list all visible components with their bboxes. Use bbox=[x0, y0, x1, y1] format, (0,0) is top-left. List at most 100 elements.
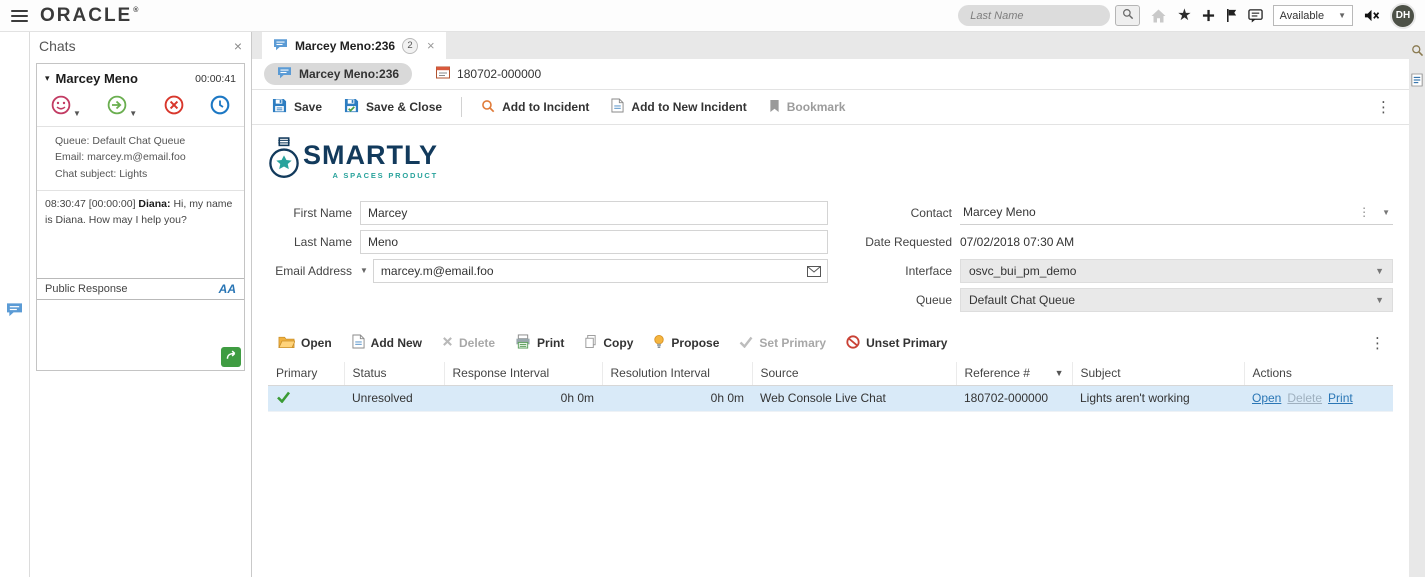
bookmark-button[interactable]: Bookmark bbox=[759, 95, 856, 120]
save-floppy-icon bbox=[272, 98, 287, 116]
tab-marcey-meno[interactable]: Marcey Meno:236 2 × bbox=[262, 32, 446, 59]
top-bar: ORACLE ® ★ Available ▼ DH bbox=[0, 0, 1425, 32]
ribbon-overflow-icon[interactable]: ⋮ bbox=[1368, 100, 1399, 115]
chevron-down-icon: ▼ bbox=[129, 109, 138, 118]
copy-pages-icon bbox=[584, 334, 597, 352]
chat-timer: 00:00:41 bbox=[195, 72, 236, 85]
transfer-chat-button[interactable]: ▼ bbox=[107, 95, 137, 118]
unset-primary-label: Unset Primary bbox=[866, 336, 948, 350]
propose-button[interactable]: Propose bbox=[643, 334, 729, 352]
primary-check-icon bbox=[276, 391, 291, 406]
subtab-incident-label: 180702-000000 bbox=[457, 67, 542, 81]
font-size-toggle[interactable]: AA bbox=[219, 282, 236, 296]
cancel-circle-icon bbox=[164, 95, 184, 118]
column-header-primary[interactable]: Primary bbox=[268, 362, 344, 386]
chat-contact-name: Marcey Meno bbox=[55, 71, 138, 86]
incidents-toolbar-overflow-icon[interactable]: ⋮ bbox=[1362, 336, 1393, 351]
envelope-icon[interactable] bbox=[807, 265, 821, 280]
add-to-incident-button[interactable]: Add to Incident bbox=[471, 95, 599, 120]
first-name-field[interactable] bbox=[360, 200, 828, 225]
contact-options-icon[interactable]: ⋮ bbox=[1358, 205, 1370, 219]
cell-response-interval: 0h 0m bbox=[444, 385, 602, 412]
quick-search-icon[interactable] bbox=[1411, 44, 1424, 57]
record-content: SMARTLY A SPACES PRODUCT First Name Last… bbox=[252, 125, 1409, 577]
avatar[interactable]: DH bbox=[1390, 2, 1416, 29]
row-open-link[interactable]: Open bbox=[1252, 391, 1281, 405]
column-header-subject[interactable]: Subject bbox=[1071, 362, 1244, 386]
wrap-up-button[interactable]: ▼ bbox=[51, 95, 81, 118]
save-button[interactable]: Save bbox=[262, 94, 332, 120]
response-compose-area bbox=[37, 300, 244, 370]
terminate-chat-button[interactable] bbox=[164, 95, 184, 118]
chats-rail-icon[interactable] bbox=[6, 42, 23, 577]
availability-value: Available bbox=[1279, 9, 1325, 22]
save-close-label: Save & Close bbox=[366, 100, 443, 114]
interface-select[interactable]: osvc_bui_pm_demo ▼ bbox=[960, 258, 1393, 283]
subtab-contact[interactable]: Marcey Meno:236 bbox=[264, 63, 413, 85]
email-type-chevron-icon[interactable]: ▼ bbox=[360, 266, 368, 275]
email-field[interactable] bbox=[372, 258, 828, 283]
print-button[interactable]: Print bbox=[505, 334, 574, 352]
unset-primary-button[interactable]: Unset Primary bbox=[836, 334, 957, 352]
search-input[interactable] bbox=[958, 5, 1111, 26]
chat-response-input[interactable] bbox=[37, 300, 244, 370]
send-message-button[interactable] bbox=[221, 347, 241, 367]
last-name-field[interactable] bbox=[360, 229, 828, 254]
printer-icon bbox=[515, 334, 531, 352]
chat-bubble-icon bbox=[273, 38, 288, 54]
close-chats-icon[interactable]: × bbox=[234, 38, 242, 54]
new-document-icon bbox=[352, 334, 365, 352]
reports-panel-icon[interactable] bbox=[1411, 73, 1423, 87]
chat-time-button[interactable] bbox=[210, 95, 230, 118]
collapse-chevron-icon[interactable]: ▾ bbox=[45, 73, 50, 84]
chevron-down-icon: ▼ bbox=[1375, 265, 1384, 276]
save-and-close-button[interactable]: Save & Close bbox=[334, 94, 452, 120]
home-icon[interactable] bbox=[1150, 8, 1167, 24]
incidents-toolbar: Open Add New Delete Print Copy Propose S… bbox=[268, 328, 1393, 358]
smartly-logo: SMARTLY A SPACES PRODUCT bbox=[268, 137, 1393, 184]
chat-session-info: Queue: Default Chat Queue Email: marcey.… bbox=[37, 127, 244, 191]
menu-icon[interactable] bbox=[11, 9, 28, 22]
mute-speaker-icon[interactable] bbox=[1363, 8, 1380, 23]
column-header-reference[interactable]: ▼ Reference # bbox=[955, 362, 1072, 386]
open-button[interactable]: Open bbox=[268, 335, 342, 352]
chat-action-bar: ▼ ▼ bbox=[37, 91, 244, 127]
contact-field[interactable]: Marcey Meno ⋮ ▼ bbox=[960, 201, 1393, 225]
application-window: ORACLE ® ★ Available ▼ DH Chats bbox=[0, 0, 1425, 577]
tab-label: Marcey Meno:236 bbox=[295, 38, 396, 53]
check-icon bbox=[739, 336, 753, 351]
feedback-icon[interactable] bbox=[1247, 8, 1263, 23]
chevron-down-icon: ▼ bbox=[1375, 294, 1384, 305]
availability-select[interactable]: Available ▼ bbox=[1272, 5, 1353, 26]
subtab-contact-label: Marcey Meno:236 bbox=[299, 67, 400, 81]
chats-title: Chats bbox=[39, 38, 76, 54]
add-icon[interactable] bbox=[1202, 9, 1215, 22]
chevron-down-icon[interactable]: ▼ bbox=[1382, 208, 1390, 217]
row-print-link[interactable]: Print bbox=[1328, 391, 1353, 405]
tab-close-icon[interactable]: × bbox=[427, 38, 435, 53]
set-primary-button[interactable]: Set Primary bbox=[729, 336, 836, 351]
add-new-button[interactable]: Add New bbox=[342, 334, 432, 352]
add-to-new-incident-button[interactable]: Add to New Incident bbox=[601, 94, 756, 120]
column-header-status[interactable]: Status bbox=[343, 362, 444, 386]
table-row[interactable]: Unresolved 0h 0m 0h 0m Web Console Live … bbox=[268, 385, 1393, 412]
tab-strip: Marcey Meno:236 2 × bbox=[252, 32, 1409, 59]
queue-select[interactable]: Default Chat Queue ▼ bbox=[960, 287, 1393, 312]
new-document-icon bbox=[611, 98, 624, 116]
column-header-response-interval[interactable]: Response Interval bbox=[443, 362, 602, 386]
bookmark-label: Bookmark bbox=[786, 100, 846, 114]
search-button[interactable] bbox=[1115, 5, 1141, 26]
subtab-incident[interactable]: 180702-000000 bbox=[436, 66, 541, 82]
favorites-star-icon[interactable]: ★ bbox=[1177, 7, 1191, 24]
delete-button[interactable]: Delete bbox=[432, 336, 505, 350]
tab-count-badge: 2 bbox=[402, 37, 419, 54]
column-header-resolution-interval[interactable]: Resolution Interval bbox=[601, 362, 752, 386]
date-requested-value: 07/02/2018 07:30 AM bbox=[960, 234, 1075, 249]
column-header-source[interactable]: Source bbox=[751, 362, 956, 386]
flag-icon[interactable] bbox=[1225, 8, 1238, 23]
chat-subject-line: Chat subject: Lights bbox=[55, 167, 148, 180]
row-delete-link[interactable]: Delete bbox=[1287, 391, 1322, 405]
copy-button[interactable]: Copy bbox=[574, 334, 643, 352]
contact-label: Contact bbox=[910, 205, 952, 220]
incident-search-icon bbox=[481, 99, 495, 116]
